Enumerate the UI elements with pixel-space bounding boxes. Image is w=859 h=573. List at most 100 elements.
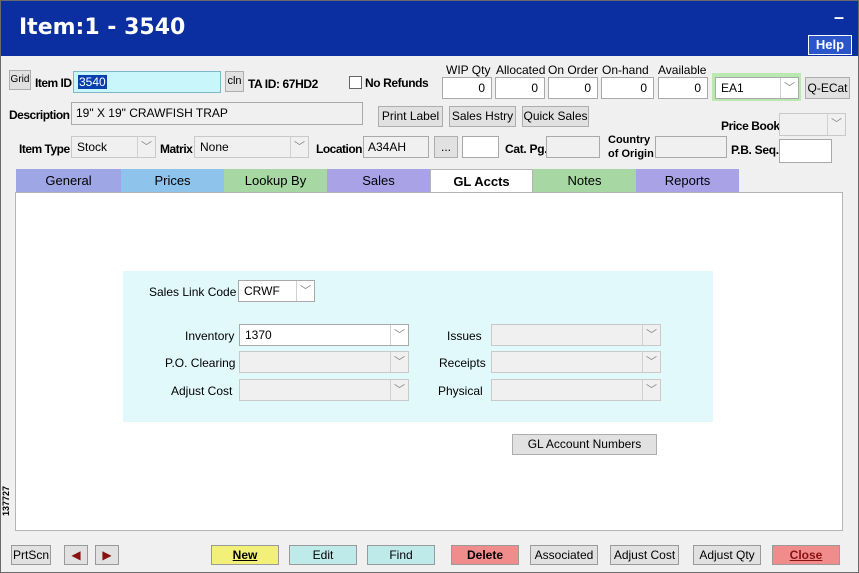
adjust-cost-select[interactable]: ﹀ xyxy=(239,379,409,401)
cln-button[interactable]: cln xyxy=(225,71,244,92)
tab-prices[interactable]: Prices xyxy=(121,169,224,192)
chevron-down-icon: ﹀ xyxy=(390,325,408,345)
available-field: 0 xyxy=(658,77,708,99)
uom-select[interactable]: EA1 ﹀ xyxy=(715,77,799,99)
uom-value: EA1 xyxy=(721,81,744,95)
title-bar: Item:1 - 3540 – Help xyxy=(1,1,858,56)
matrix-value: None xyxy=(200,140,229,154)
issues-label: Issues xyxy=(447,329,482,343)
tab-reports[interactable]: Reports xyxy=(636,169,739,192)
tab-notes[interactable]: Notes xyxy=(533,169,636,192)
edit-button[interactable]: Edit xyxy=(289,545,357,565)
help-button[interactable]: Help xyxy=(808,35,852,55)
adjust-cost-label: Adjust Cost xyxy=(171,384,233,398)
available-label: Available xyxy=(658,63,707,77)
chevron-down-icon: ﹀ xyxy=(390,380,408,400)
adjust-qty-button[interactable]: Adjust Qty xyxy=(693,545,761,565)
location-field[interactable]: A34AH xyxy=(363,136,429,158)
cat-pg-field[interactable] xyxy=(546,136,600,158)
location-lookup-button[interactable]: ... xyxy=(434,136,458,158)
inventory-select[interactable]: 1370 ﹀ xyxy=(239,324,409,346)
on-hand-label: On-hand xyxy=(602,63,649,77)
window-title: Item:1 - 3540 xyxy=(19,15,186,40)
location-extra-field[interactable] xyxy=(462,136,499,158)
tab-lookup-by[interactable]: Lookup By xyxy=(224,169,327,192)
inventory-value: 1370 xyxy=(245,328,272,342)
chevron-down-icon: ﹀ xyxy=(780,78,798,98)
previous-record-button[interactable]: ◀ xyxy=(64,545,88,565)
issues-select[interactable]: ﹀ xyxy=(491,324,661,346)
country-label-line2: of Origin xyxy=(608,148,654,160)
find-button[interactable]: Find xyxy=(367,545,435,565)
wip-qty-field: 0 xyxy=(442,77,492,99)
po-clearing-select[interactable]: ﹀ xyxy=(239,351,409,373)
on-order-label: On Order xyxy=(548,63,599,77)
price-book-label: Price Book xyxy=(721,119,780,133)
new-button[interactable]: New xyxy=(211,545,279,565)
grid-button[interactable]: Grid xyxy=(9,70,31,90)
chevron-down-icon: ﹀ xyxy=(296,281,314,301)
receipts-select[interactable]: ﹀ xyxy=(491,351,661,373)
sales-link-code-label: Sales Link Code xyxy=(149,285,237,299)
tab-sales[interactable]: Sales xyxy=(327,169,430,192)
inventory-label: Inventory xyxy=(185,329,235,343)
chevron-down-icon: ﹀ xyxy=(642,380,660,400)
quick-sales-button[interactable]: Quick Sales xyxy=(522,106,589,127)
chevron-down-icon: ﹀ xyxy=(642,352,660,372)
record-number: 137727 xyxy=(1,485,11,517)
wip-qty-label: WIP Qty xyxy=(446,63,491,77)
matrix-select[interactable]: None ﹀ xyxy=(194,136,309,158)
physical-label: Physical xyxy=(438,384,483,398)
allocated-field: 0 xyxy=(495,77,545,99)
description-field[interactable]: 19" X 19" CRAWFISH TRAP xyxy=(71,102,363,125)
item-window: Item:1 - 3540 – Help Grid Item ID 3540 c… xyxy=(0,0,859,573)
no-refunds-checkbox[interactable] xyxy=(349,76,362,89)
item-id-label: Item ID xyxy=(35,76,72,90)
sales-link-code-value: CRWF xyxy=(244,284,280,298)
gl-accounts-box: Sales Link Code CRWF ﹀ Inventory 1370 ﹀ … xyxy=(123,271,713,422)
next-record-button[interactable]: ▶ xyxy=(95,545,119,565)
arrow-right-icon: ▶ xyxy=(102,548,112,562)
sales-history-button[interactable]: Sales Hstry xyxy=(449,106,516,127)
arrow-left-icon: ◀ xyxy=(71,548,81,562)
item-id-value: 3540 xyxy=(78,75,107,89)
print-label-button[interactable]: Print Label xyxy=(378,106,443,127)
tab-general[interactable]: General xyxy=(16,169,121,192)
gl-account-numbers-button[interactable]: GL Account Numbers xyxy=(512,434,657,455)
adjust-cost-button[interactable]: Adjust Cost xyxy=(610,545,679,565)
pb-seq-label: P.B. Seq. xyxy=(731,143,779,157)
location-label: Location xyxy=(316,142,363,156)
on-hand-field: 0 xyxy=(601,77,654,99)
qecat-button[interactable]: Q-ECat xyxy=(805,77,850,99)
price-book-select[interactable]: ﹀ xyxy=(779,113,846,136)
item-type-value: Stock xyxy=(77,140,108,154)
ta-id-label: TA ID: 67HD2 xyxy=(248,77,318,91)
no-refunds-label: No Refunds xyxy=(365,76,429,90)
matrix-label: Matrix xyxy=(160,142,193,156)
pb-seq-field[interactable] xyxy=(779,139,832,163)
on-order-field: 0 xyxy=(548,77,598,99)
sales-link-code-select[interactable]: CRWF ﹀ xyxy=(238,280,315,302)
close-button[interactable]: Close xyxy=(772,545,840,565)
chevron-down-icon: ﹀ xyxy=(390,352,408,372)
country-label-line1: Country xyxy=(608,134,651,146)
associated-button[interactable]: Associated xyxy=(530,545,598,565)
chevron-down-icon: ﹀ xyxy=(290,137,308,157)
chevron-down-icon: ﹀ xyxy=(827,114,845,135)
delete-button[interactable]: Delete xyxy=(451,545,519,565)
chevron-down-icon: ﹀ xyxy=(137,137,155,157)
item-type-select[interactable]: Stock ﹀ xyxy=(71,136,156,158)
po-clearing-label: P.O. Clearing xyxy=(165,356,236,370)
cat-pg-label: Cat. Pg. xyxy=(505,142,548,156)
item-type-label: Item Type xyxy=(19,142,70,156)
item-id-field[interactable]: 3540 xyxy=(73,71,221,93)
physical-select[interactable]: ﹀ xyxy=(491,379,661,401)
description-label: Description xyxy=(9,108,70,122)
prtscn-button[interactable]: PrtScn xyxy=(11,545,51,565)
chevron-down-icon: ﹀ xyxy=(642,325,660,345)
minimize-button[interactable]: – xyxy=(834,7,844,28)
allocated-label: Allocated xyxy=(496,63,546,77)
country-of-origin-field[interactable] xyxy=(655,136,727,158)
receipts-label: Receipts xyxy=(439,356,486,370)
tab-gl-accts[interactable]: GL Accts xyxy=(430,169,533,193)
